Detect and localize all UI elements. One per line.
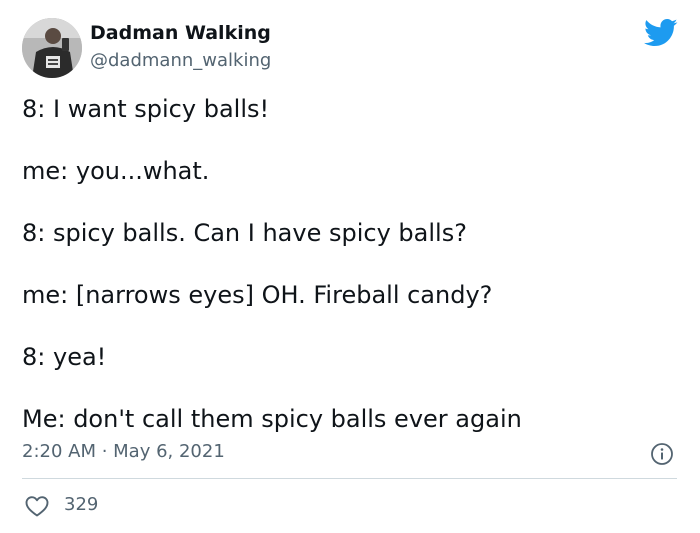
tweet-line: me: [narrows eyes] OH. Fireball candy?	[22, 281, 493, 309]
tweet-line: 8: yea!	[22, 343, 107, 371]
divider	[22, 478, 677, 479]
tweet-line: me: you...what.	[22, 157, 210, 185]
display-name[interactable]: Dadman Walking	[90, 22, 271, 44]
avatar[interactable]	[22, 18, 82, 78]
like-count: 329	[64, 494, 99, 515]
tweet-text: 8: I want spicy balls! me: you...what. 8…	[22, 92, 682, 464]
user-handle[interactable]: @dadmann_walking	[90, 50, 271, 71]
tweet-card: Dadman Walking @dadmann_walking 8: I wan…	[0, 0, 700, 533]
heart-icon[interactable]	[24, 494, 50, 518]
tweet-line: 8: I want spicy balls!	[22, 95, 270, 123]
tweet-timestamp[interactable]: 2:20 AM · May 6, 2021	[22, 441, 225, 462]
twitter-bird-icon[interactable]	[644, 18, 678, 48]
info-icon[interactable]	[650, 442, 674, 466]
tweet-line: Me: don't call them spicy balls ever aga…	[22, 405, 522, 433]
profile-photo-icon	[22, 18, 82, 78]
tweet-line: 8: spicy balls. Can I have spicy balls?	[22, 219, 467, 247]
